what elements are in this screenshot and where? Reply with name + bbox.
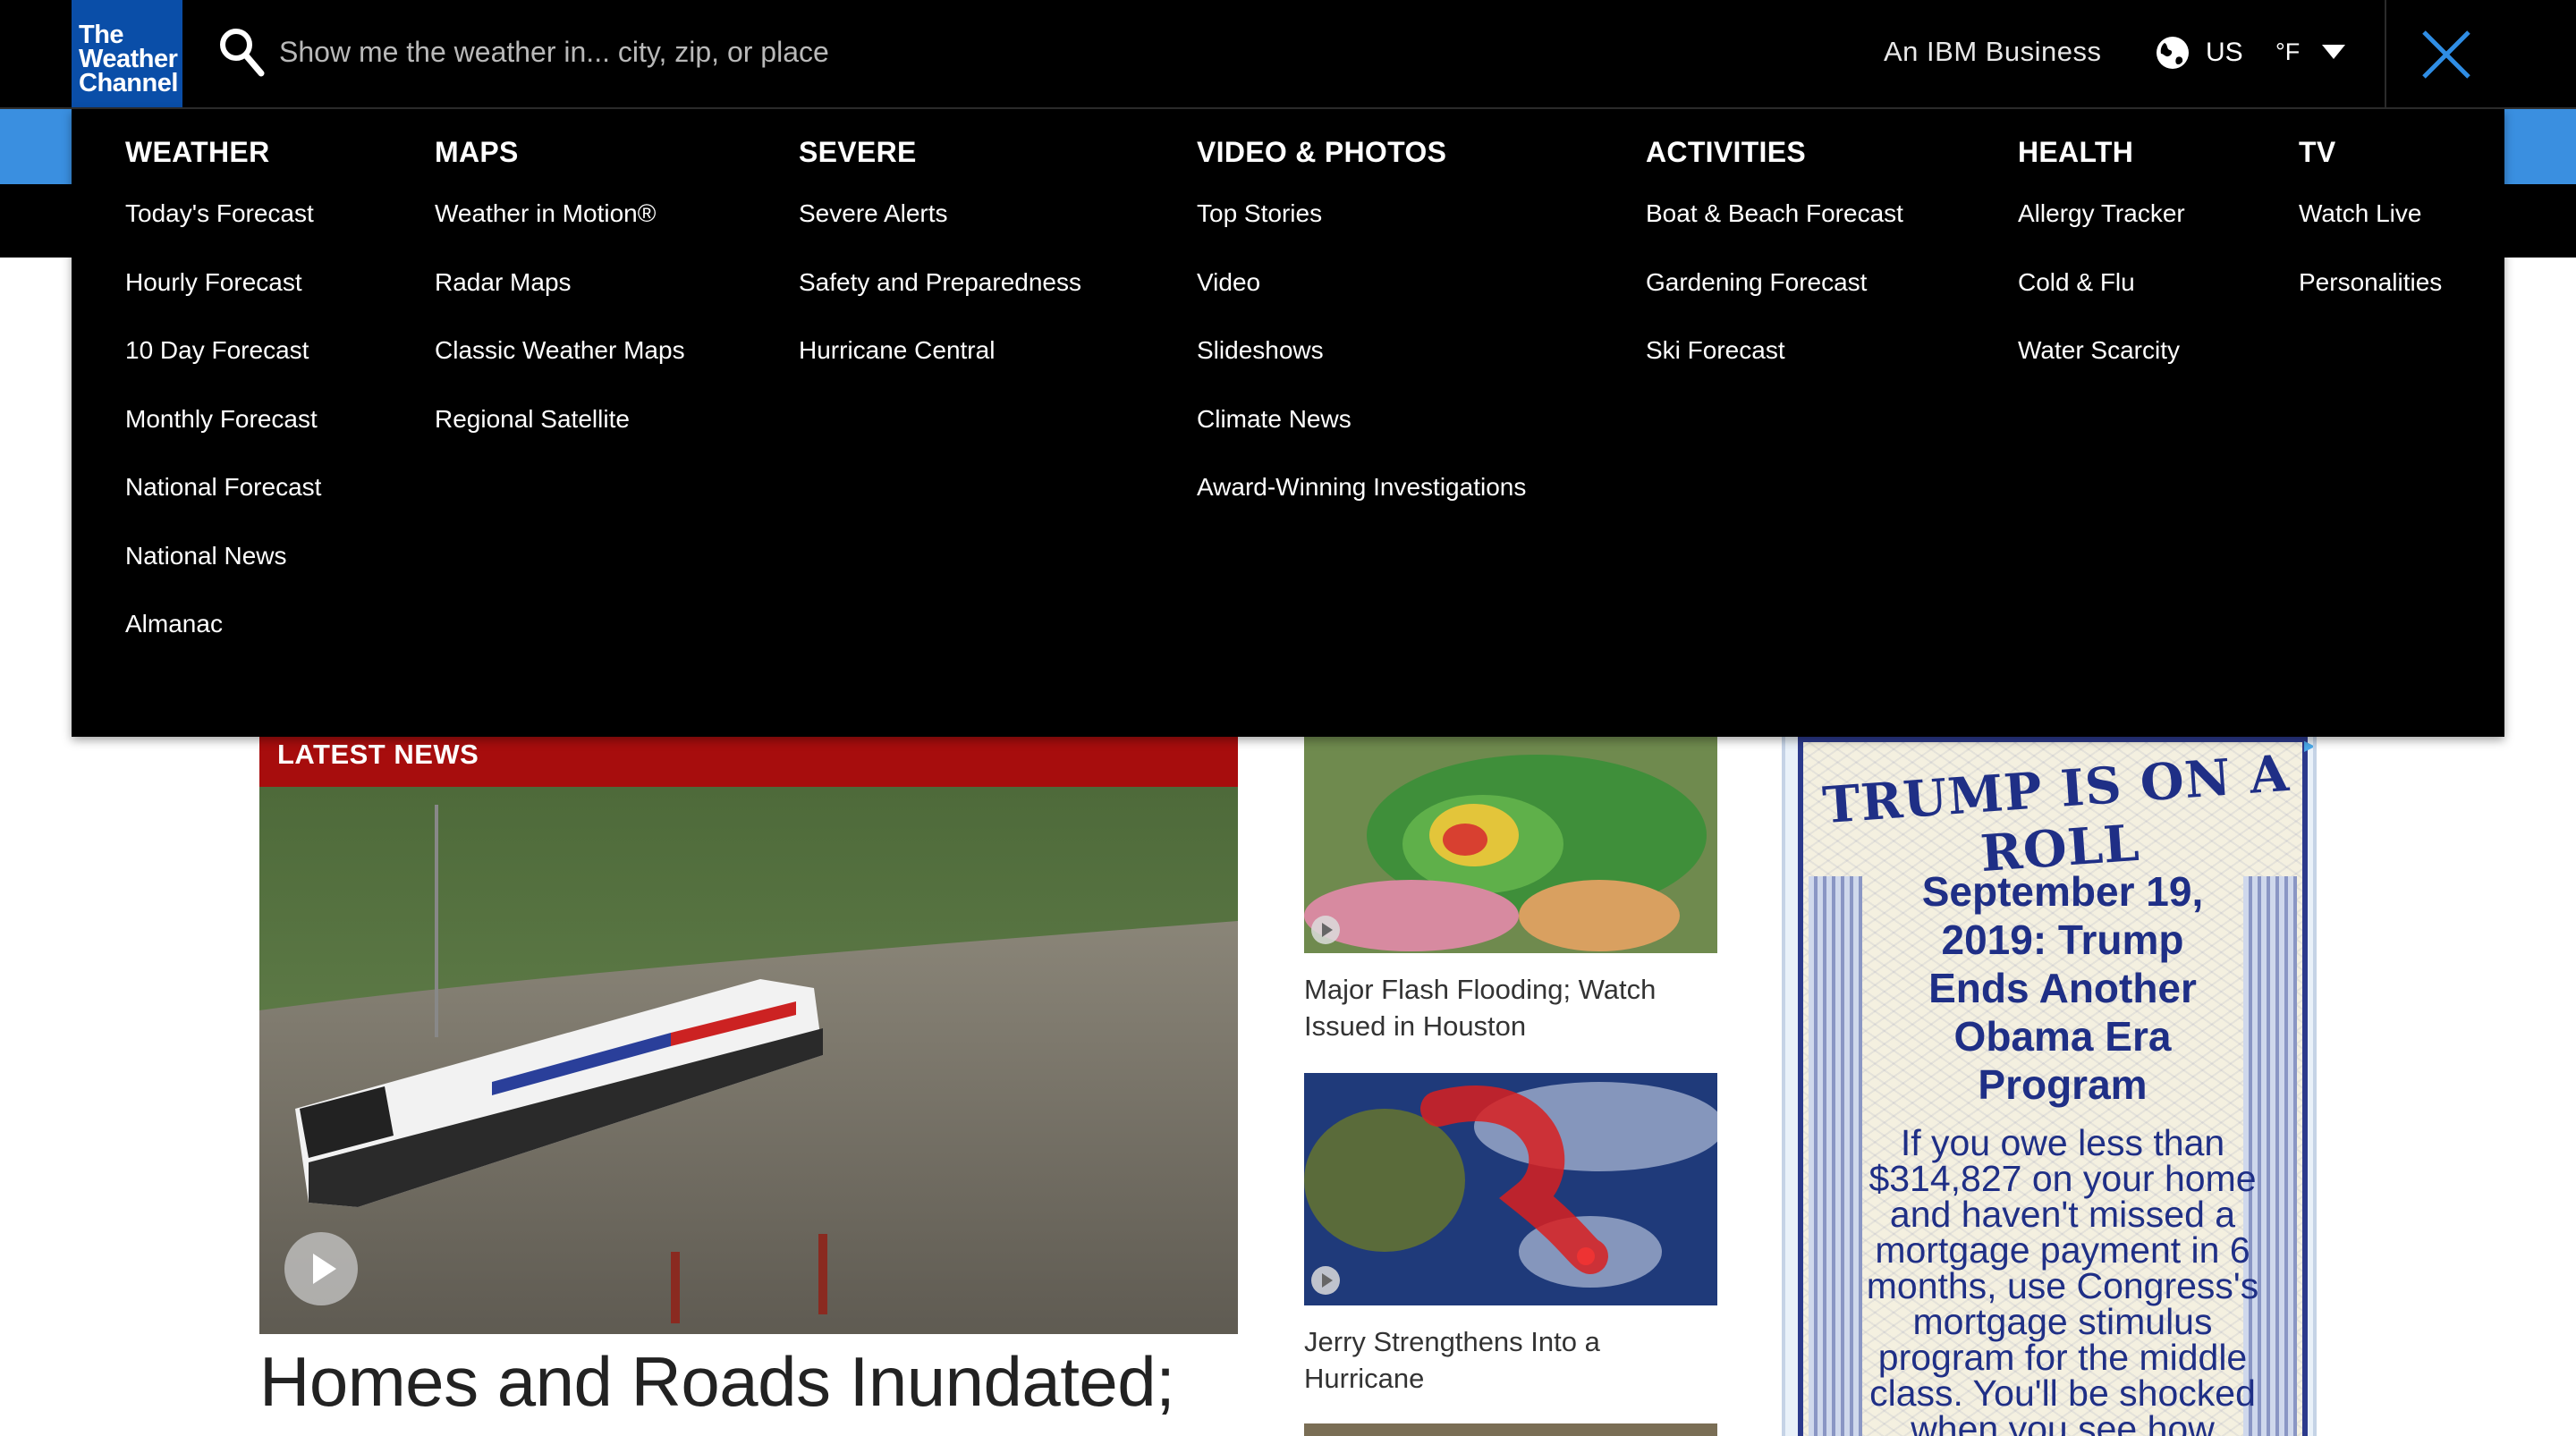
menu-column-tv: TV Watch Live Personalities — [2299, 136, 2442, 336]
menu-item-todays-forecast[interactable]: Today's Forecast — [125, 199, 321, 268]
play-button-small[interactable] — [1311, 916, 1340, 944]
menu-item-cold-flu[interactable]: Cold & Flu — [2018, 268, 2185, 337]
top-header: The Weather Channel An IBM Business US °… — [0, 0, 2576, 107]
chevron-down-icon[interactable] — [2322, 45, 2345, 59]
menu-item-award-winning-investigations[interactable]: Award-Winning Investigations — [1197, 473, 1526, 542]
menu-heading-weather[interactable]: WEATHER — [125, 136, 321, 169]
mega-menu: WEATHER Today's Forecast Hourly Forecast… — [72, 109, 2504, 737]
ibm-business-label: An IBM Business — [1884, 36, 2102, 67]
menu-item-top-stories[interactable]: Top Stories — [1197, 199, 1526, 268]
menu-item-hourly-forecast[interactable]: Hourly Forecast — [125, 268, 321, 337]
menu-item-safety-and-preparedness[interactable]: Safety and Preparedness — [799, 268, 1081, 337]
menu-item-hurricane-central[interactable]: Hurricane Central — [799, 336, 1081, 405]
logo-line-2: Weather — [79, 45, 178, 73]
ad-pillar-left — [1809, 876, 1862, 1436]
menu-item-watch-live[interactable]: Watch Live — [2299, 199, 2442, 268]
advertisement[interactable]: TRUMP IS ON A ROLL September 19, 2019: T… — [1782, 737, 2317, 1436]
menu-item-video[interactable]: Video — [1197, 268, 1526, 337]
close-icon[interactable] — [2419, 27, 2474, 82]
menu-item-water-scarcity[interactable]: Water Scarcity — [2018, 336, 2185, 405]
weather-channel-logo[interactable]: The Weather Channel — [72, 0, 182, 107]
ad-headline: September 19, 2019: Trump Ends Another O… — [1921, 868, 2204, 1108]
menu-item-boat-beach-forecast[interactable]: Boat & Beach Forecast — [1646, 199, 1903, 268]
menu-column-activities: ACTIVITIES Boat & Beach Forecast Gardeni… — [1646, 136, 1903, 405]
menu-column-maps: MAPS Weather in Motion® Radar Maps Class… — [435, 136, 685, 473]
search-icon[interactable] — [218, 27, 265, 77]
hero-headline[interactable]: Homes and Roads Inundated; — [259, 1341, 1238, 1423]
menu-heading-health[interactable]: HEALTH — [2018, 136, 2185, 169]
menu-item-monthly-forecast[interactable]: Monthly Forecast — [125, 405, 321, 474]
menu-heading-severe[interactable]: SEVERE — [799, 136, 1081, 169]
menu-item-10-day-forecast[interactable]: 10 Day Forecast — [125, 336, 321, 405]
menu-item-weather-in-motion[interactable]: Weather in Motion® — [435, 199, 685, 268]
menu-item-radar-maps[interactable]: Radar Maps — [435, 268, 685, 337]
story-thumbnail-hurricane[interactable] — [1304, 1073, 1717, 1305]
story-title[interactable]: Jerry Strengthens Into a Hurricane — [1304, 1323, 1717, 1397]
menu-heading-maps[interactable]: MAPS — [435, 136, 685, 169]
play-button[interactable] — [284, 1232, 358, 1305]
logo-line-1: The — [79, 21, 124, 49]
menu-item-classic-weather-maps[interactable]: Classic Weather Maps — [435, 336, 685, 405]
story-title[interactable]: Major Flash Flooding; Watch Issued in Ho… — [1304, 971, 1717, 1044]
menu-item-national-news[interactable]: National News — [125, 542, 321, 611]
menu-item-ski-forecast[interactable]: Ski Forecast — [1646, 336, 1903, 405]
menu-heading-video-photos[interactable]: VIDEO & PHOTOS — [1197, 136, 1526, 169]
story-thumbnail-next[interactable] — [1304, 1423, 1717, 1436]
latest-news-label: LATEST NEWS — [277, 739, 479, 770]
menu-item-slideshows[interactable]: Slideshows — [1197, 336, 1526, 405]
menu-item-almanac[interactable]: Almanac — [125, 610, 321, 679]
subnav-band-right — [2504, 184, 2576, 258]
nav-band-left — [0, 107, 72, 184]
flooded-bus-image — [259, 787, 1238, 1334]
ad-choices-icon[interactable]: ▶ — [2304, 737, 2313, 755]
menu-column-weather: WEATHER Today's Forecast Hourly Forecast… — [125, 136, 321, 679]
menu-item-climate-news[interactable]: Climate News — [1197, 405, 1526, 474]
menu-column-video-photos: VIDEO & PHOTOS Top Stories Video Slidesh… — [1197, 136, 1526, 542]
menu-heading-activities[interactable]: ACTIVITIES — [1646, 136, 1903, 169]
menu-item-severe-alerts[interactable]: Severe Alerts — [799, 199, 1081, 268]
logo-line-3: Channel — [79, 69, 178, 97]
nav-band-right — [2504, 107, 2576, 184]
region-selector[interactable]: US — [2206, 38, 2243, 68]
menu-item-regional-satellite[interactable]: Regional Satellite — [435, 405, 685, 474]
ad-body-text: If you owe less than $314,827 on your ho… — [1866, 1122, 2259, 1436]
menu-item-national-forecast[interactable]: National Forecast — [125, 473, 321, 542]
menu-item-gardening-forecast[interactable]: Gardening Forecast — [1646, 268, 1903, 337]
temperature-unit-selector[interactable]: °F — [2275, 38, 2300, 66]
subnav-band-left — [0, 184, 72, 258]
menu-item-allergy-tracker[interactable]: Allergy Tracker — [2018, 199, 2185, 268]
ad-frame: TRUMP IS ON A ROLL September 19, 2019: T… — [1798, 737, 2308, 1436]
story-thumbnail-radar[interactable] — [1304, 737, 1717, 953]
play-button-small[interactable] — [1311, 1266, 1340, 1295]
menu-column-health: HEALTH Allergy Tracker Cold & Flu Water … — [2018, 136, 2185, 405]
menu-heading-tv[interactable]: TV — [2299, 136, 2442, 169]
radar-map-image — [1304, 737, 1717, 953]
header-divider — [2385, 0, 2386, 107]
hero-video-thumbnail[interactable] — [259, 787, 1238, 1334]
menu-column-severe: SEVERE Severe Alerts Safety and Prepared… — [799, 136, 1081, 405]
hurricane-track-image — [1304, 1073, 1717, 1305]
menu-item-personalities[interactable]: Personalities — [2299, 268, 2442, 337]
globe-icon[interactable] — [2156, 36, 2190, 70]
search-input[interactable] — [279, 27, 1084, 77]
